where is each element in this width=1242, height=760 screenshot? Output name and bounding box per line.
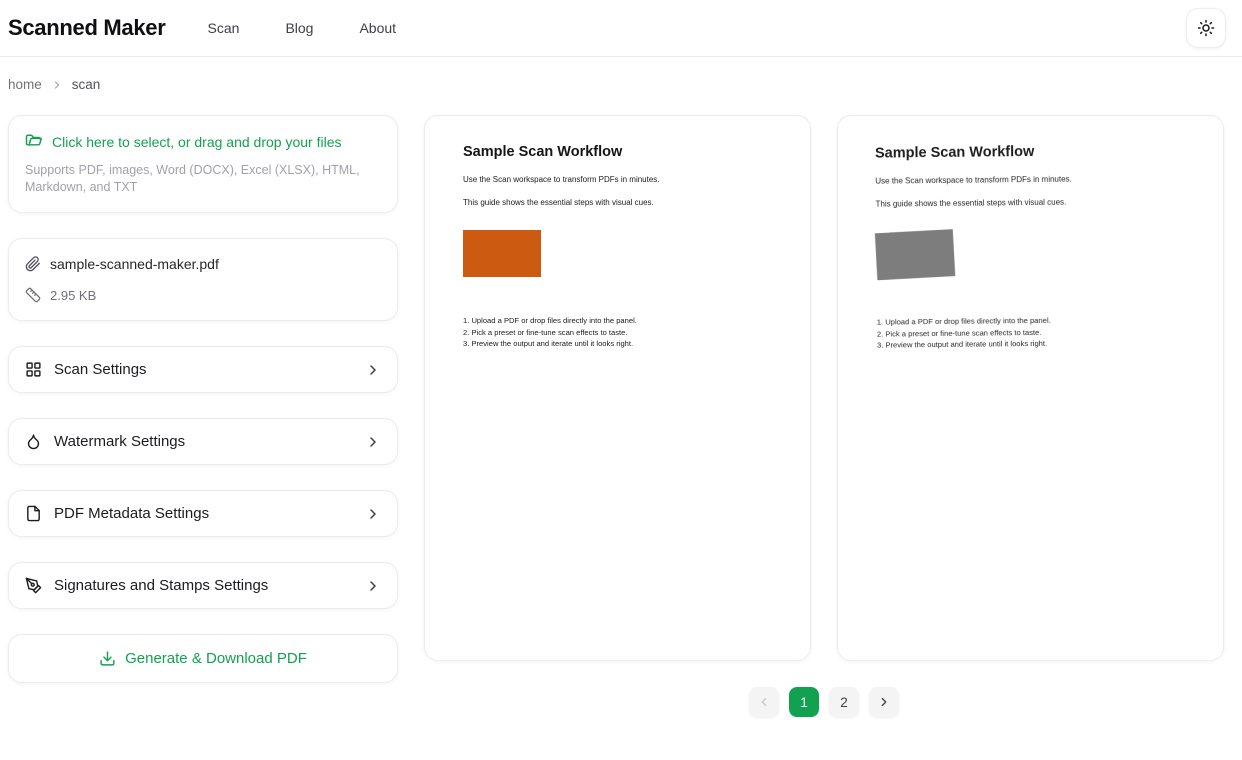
- page-step: 3. Preview the output and iterate until …: [877, 337, 1186, 352]
- page-step: 1. Upload a PDF or drop files directly i…: [463, 315, 772, 327]
- page-step: 3. Preview the output and iterate until …: [463, 338, 772, 350]
- pagination-next-button[interactable]: [869, 687, 899, 717]
- dropzone-label: Click here to select, or drag and drop y…: [52, 134, 341, 150]
- paperclip-icon: [25, 256, 41, 272]
- section-label: Signatures and Stamps Settings: [54, 577, 268, 594]
- page-intro-line: Use the Scan workspace to transform PDFs…: [875, 173, 1184, 185]
- preview-pages: Sample Scan Workflow Use the Scan worksp…: [424, 115, 1224, 661]
- sidebar: Click here to select, or drag and drop y…: [8, 115, 398, 717]
- nav-item-scan[interactable]: Scan: [208, 20, 240, 36]
- pagination: 1 2: [424, 687, 1224, 717]
- file-size: 2.95 KB: [50, 288, 96, 303]
- file-name-row: sample-scanned-maker.pdf: [25, 256, 381, 272]
- pagination-prev-button[interactable]: [749, 687, 779, 717]
- file-size-row: 2.95 KB: [25, 287, 381, 303]
- main-nav: Scan Blog About: [208, 20, 397, 36]
- breadcrumb-scan[interactable]: scan: [72, 77, 101, 92]
- nav-item-blog[interactable]: Blog: [285, 20, 313, 36]
- page-content: Sample Scan Workflow Use the Scan worksp…: [875, 142, 1186, 351]
- page-step: 2. Pick a preset or fine-tune scan effec…: [463, 327, 772, 339]
- preview-page-1: Sample Scan Workflow Use the Scan worksp…: [424, 115, 811, 661]
- content: Click here to select, or drag and drop y…: [0, 106, 1242, 717]
- droplet-icon: [25, 433, 42, 450]
- download-icon: [99, 650, 116, 667]
- chevron-right-icon: [365, 578, 381, 594]
- page-intro-line: This guide shows the essential steps wit…: [875, 196, 1184, 208]
- grid-icon: [25, 361, 42, 378]
- pdf-metadata-settings-section[interactable]: PDF Metadata Settings: [8, 490, 398, 537]
- chevron-right-icon: [51, 79, 63, 91]
- preview-page-2: Sample Scan Workflow Use the Scan worksp…: [837, 115, 1224, 661]
- document-icon: [25, 505, 42, 522]
- preview-area: Sample Scan Workflow Use the Scan worksp…: [424, 115, 1224, 717]
- chevron-right-icon: [365, 362, 381, 378]
- sun-icon: [1197, 19, 1215, 37]
- page-title: Sample Scan Workflow: [875, 142, 1184, 161]
- pen-icon: [25, 577, 42, 594]
- page-title: Sample Scan Workflow: [463, 144, 772, 160]
- nav-item-about[interactable]: About: [359, 20, 396, 36]
- ruler-icon: [25, 287, 41, 303]
- page-intro-line: This guide shows the essential steps wit…: [463, 198, 772, 207]
- file-dropzone[interactable]: Click here to select, or drag and drop y…: [8, 115, 398, 213]
- section-label: PDF Metadata Settings: [54, 505, 209, 522]
- folder-open-icon: [25, 133, 43, 151]
- scan-settings-section[interactable]: Scan Settings: [8, 346, 398, 393]
- signatures-stamps-settings-section[interactable]: Signatures and Stamps Settings: [8, 562, 398, 609]
- breadcrumb-home[interactable]: home: [8, 77, 42, 92]
- page-intro-line: Use the Scan workspace to transform PDFs…: [463, 175, 772, 184]
- watermark-settings-section[interactable]: Watermark Settings: [8, 418, 398, 465]
- theme-toggle-button[interactable]: [1186, 8, 1226, 48]
- header: Scanned Maker Scan Blog About: [0, 0, 1242, 57]
- brand-logo[interactable]: Scanned Maker: [8, 15, 166, 41]
- section-label: Watermark Settings: [54, 433, 185, 450]
- chevron-right-icon: [365, 434, 381, 450]
- chevron-right-icon: [877, 695, 891, 709]
- uploaded-file-card: sample-scanned-maker.pdf 2.95 KB: [8, 238, 398, 321]
- generate-download-button[interactable]: Generate & Download PDF: [8, 634, 398, 683]
- generate-download-label: Generate & Download PDF: [125, 650, 307, 667]
- file-name: sample-scanned-maker.pdf: [50, 256, 219, 272]
- color-swatch: [463, 230, 541, 277]
- breadcrumb: home scan: [0, 57, 1242, 106]
- dropzone-supported-formats: Supports PDF, images, Word (DOCX), Excel…: [25, 162, 381, 195]
- pagination-page-2[interactable]: 2: [829, 687, 859, 717]
- color-swatch: [875, 229, 955, 280]
- pagination-page-1[interactable]: 1: [789, 687, 819, 717]
- page-content: Sample Scan Workflow Use the Scan worksp…: [463, 144, 772, 350]
- section-label: Scan Settings: [54, 361, 147, 378]
- chevron-left-icon: [757, 695, 771, 709]
- chevron-right-icon: [365, 506, 381, 522]
